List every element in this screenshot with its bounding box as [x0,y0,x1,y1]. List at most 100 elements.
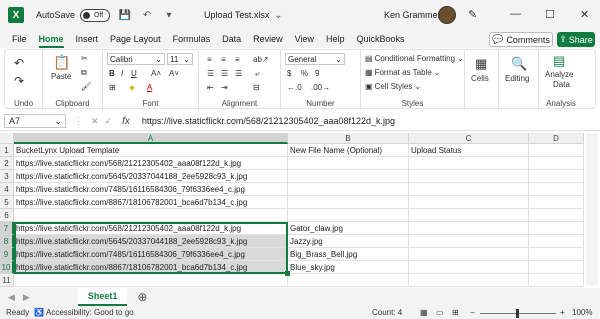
row-header-9[interactable]: 9 [0,248,14,261]
cell-d2[interactable] [529,157,584,170]
cell-c8[interactable] [409,235,529,248]
cell-d6[interactable] [529,209,584,222]
column-header-c[interactable]: C [409,133,529,144]
paste-label[interactable]: Paste [51,72,71,81]
undo-icon[interactable]: ↶ [140,8,154,22]
cell-c7[interactable] [409,222,529,235]
cell-b8[interactable]: Jazzy.jpg [288,235,409,248]
tab-file[interactable]: File [12,30,27,48]
add-sheet-icon[interactable]: ⊕ [137,290,147,304]
row-header-1[interactable]: 1 [0,144,14,157]
ribbon-undo-icon[interactable]: ↶ [14,56,24,70]
cell-b4[interactable] [288,183,409,196]
cell-b3[interactable] [288,170,409,183]
cell-d7[interactable] [529,222,584,235]
cell-c2[interactable] [409,157,529,170]
copy-icon[interactable]: ⧉ [81,68,87,78]
increase-decimal-icon[interactable]: ←.0 [287,83,302,92]
conditional-formatting-button[interactable]: ▤ Conditional Formatting ⌄ [365,54,464,63]
cell-c1[interactable]: Upload Status [409,144,529,157]
decrease-font-icon[interactable]: A˅ [169,69,179,78]
align-right-icon[interactable]: ☰ [235,69,242,78]
analyze-data-label[interactable]: Data [553,80,570,89]
font-color-icon[interactable]: A [147,83,152,92]
tab-insert[interactable]: Insert [76,30,99,48]
cell-a6[interactable] [14,209,288,222]
zoom-slider-thumb[interactable] [516,309,519,318]
number-format-dropdown[interactable]: General ⌄ [285,53,345,65]
cell-b11[interactable] [288,274,409,287]
cancel-icon[interactable]: ✕ [91,116,99,127]
autosave-toggle[interactable]: Off [80,8,111,22]
save-icon[interactable]: 💾 [118,8,132,22]
cell-b1[interactable]: New File Name (Optional) [288,144,409,157]
cell-d9[interactable] [529,248,584,261]
zoom-level[interactable]: 100% [572,308,592,317]
vertical-scrollbar[interactable] [586,133,598,286]
tab-view[interactable]: View [295,30,314,48]
more-options-icon[interactable]: ⋮ [74,116,83,127]
share-button[interactable]: ⇪ Share [557,32,595,47]
user-name[interactable]: Ken Grammer [384,10,441,20]
document-title[interactable]: Upload Test.xlsx [204,10,269,20]
cell-c3[interactable] [409,170,529,183]
avatar[interactable] [438,6,456,24]
increase-indent-icon[interactable]: ⇥ [221,83,228,92]
zoom-out-icon[interactable]: − [470,308,475,317]
percent-icon[interactable]: % [301,69,308,78]
minimize-icon[interactable]: — [510,8,521,20]
decrease-indent-icon[interactable]: ⇤ [207,83,214,92]
close-icon[interactable]: ✕ [580,8,589,21]
align-center-icon[interactable]: ☰ [221,69,228,78]
wrap-text-icon[interactable]: ⤶ [255,69,259,79]
cell-d1[interactable] [529,144,584,157]
cell-a2[interactable]: https://live.staticflickr.com/568/212123… [14,157,288,170]
tab-quickbooks[interactable]: QuickBooks [357,30,405,48]
merge-center-icon[interactable]: ⊟ [253,83,260,92]
row-header-7[interactable]: 7 [0,222,14,235]
tab-formulas[interactable]: Formulas [173,30,211,48]
normal-view-icon[interactable]: ▦ [420,308,428,317]
sheet-tab[interactable]: Sheet1 [77,288,128,306]
cell-b5[interactable] [288,196,409,209]
cells-group[interactable]: ▦ Cells [465,50,499,110]
formula-input[interactable]: https://live.staticflickr.com/568/212123… [142,116,395,126]
increase-font-icon[interactable]: A˄ [151,69,161,78]
row-header-11[interactable]: 11 [0,274,14,287]
tab-review[interactable]: Review [253,30,283,48]
align-bottom-icon[interactable]: ≡ [235,55,240,64]
row-header-10[interactable]: 10 [0,261,14,274]
cell-b2[interactable] [288,157,409,170]
spreadsheet-grid[interactable]: A B C D 1 BucketLynx Upload Template New File … [0,133,584,287]
prev-sheet-icon[interactable]: ◀ [8,292,15,303]
editing-group[interactable]: 🔍 Editing [499,50,539,110]
cell-b10[interactable]: Blue_sky.jpg [288,261,409,274]
tab-home[interactable]: Home [38,30,64,48]
align-left-icon[interactable]: ☰ [207,69,214,78]
cell-c5[interactable] [409,196,529,209]
currency-icon[interactable]: $ [287,69,291,78]
cell-a7[interactable]: https://live.staticflickr.com/568/212123… [14,222,288,235]
underline-icon[interactable]: U [131,69,137,78]
cell-d4[interactable] [529,183,584,196]
cell-d10[interactable] [529,261,584,274]
analyze-label[interactable]: Analyze [545,70,573,79]
name-box[interactable]: A7 ⌄ [4,114,66,128]
cell-d5[interactable] [529,196,584,209]
orientation-icon[interactable]: ab↗ [253,55,269,64]
borders-icon[interactable]: ⊞ [109,83,116,92]
enter-icon[interactable]: ✓ [105,116,113,127]
format-as-table-button[interactable]: ▦ Format as Table ⌄ [365,68,440,77]
cell-d11[interactable] [529,274,584,287]
column-header-d[interactable]: D [529,133,584,144]
tab-help[interactable]: Help [326,30,345,48]
bold-icon[interactable]: B [109,69,115,78]
page-layout-view-icon[interactable]: ▭ [436,308,444,317]
cell-a8[interactable]: https://live.staticflickr.com/5645/20337… [14,235,288,248]
align-middle-icon[interactable]: ≡ [221,55,226,64]
cell-c10[interactable] [409,261,529,274]
column-header-a[interactable]: A [14,133,288,144]
cell-b6[interactable] [288,209,409,222]
cell-b7[interactable]: Gator_claw.jpg [288,222,409,235]
page-break-view-icon[interactable]: ⊞ [452,308,459,317]
